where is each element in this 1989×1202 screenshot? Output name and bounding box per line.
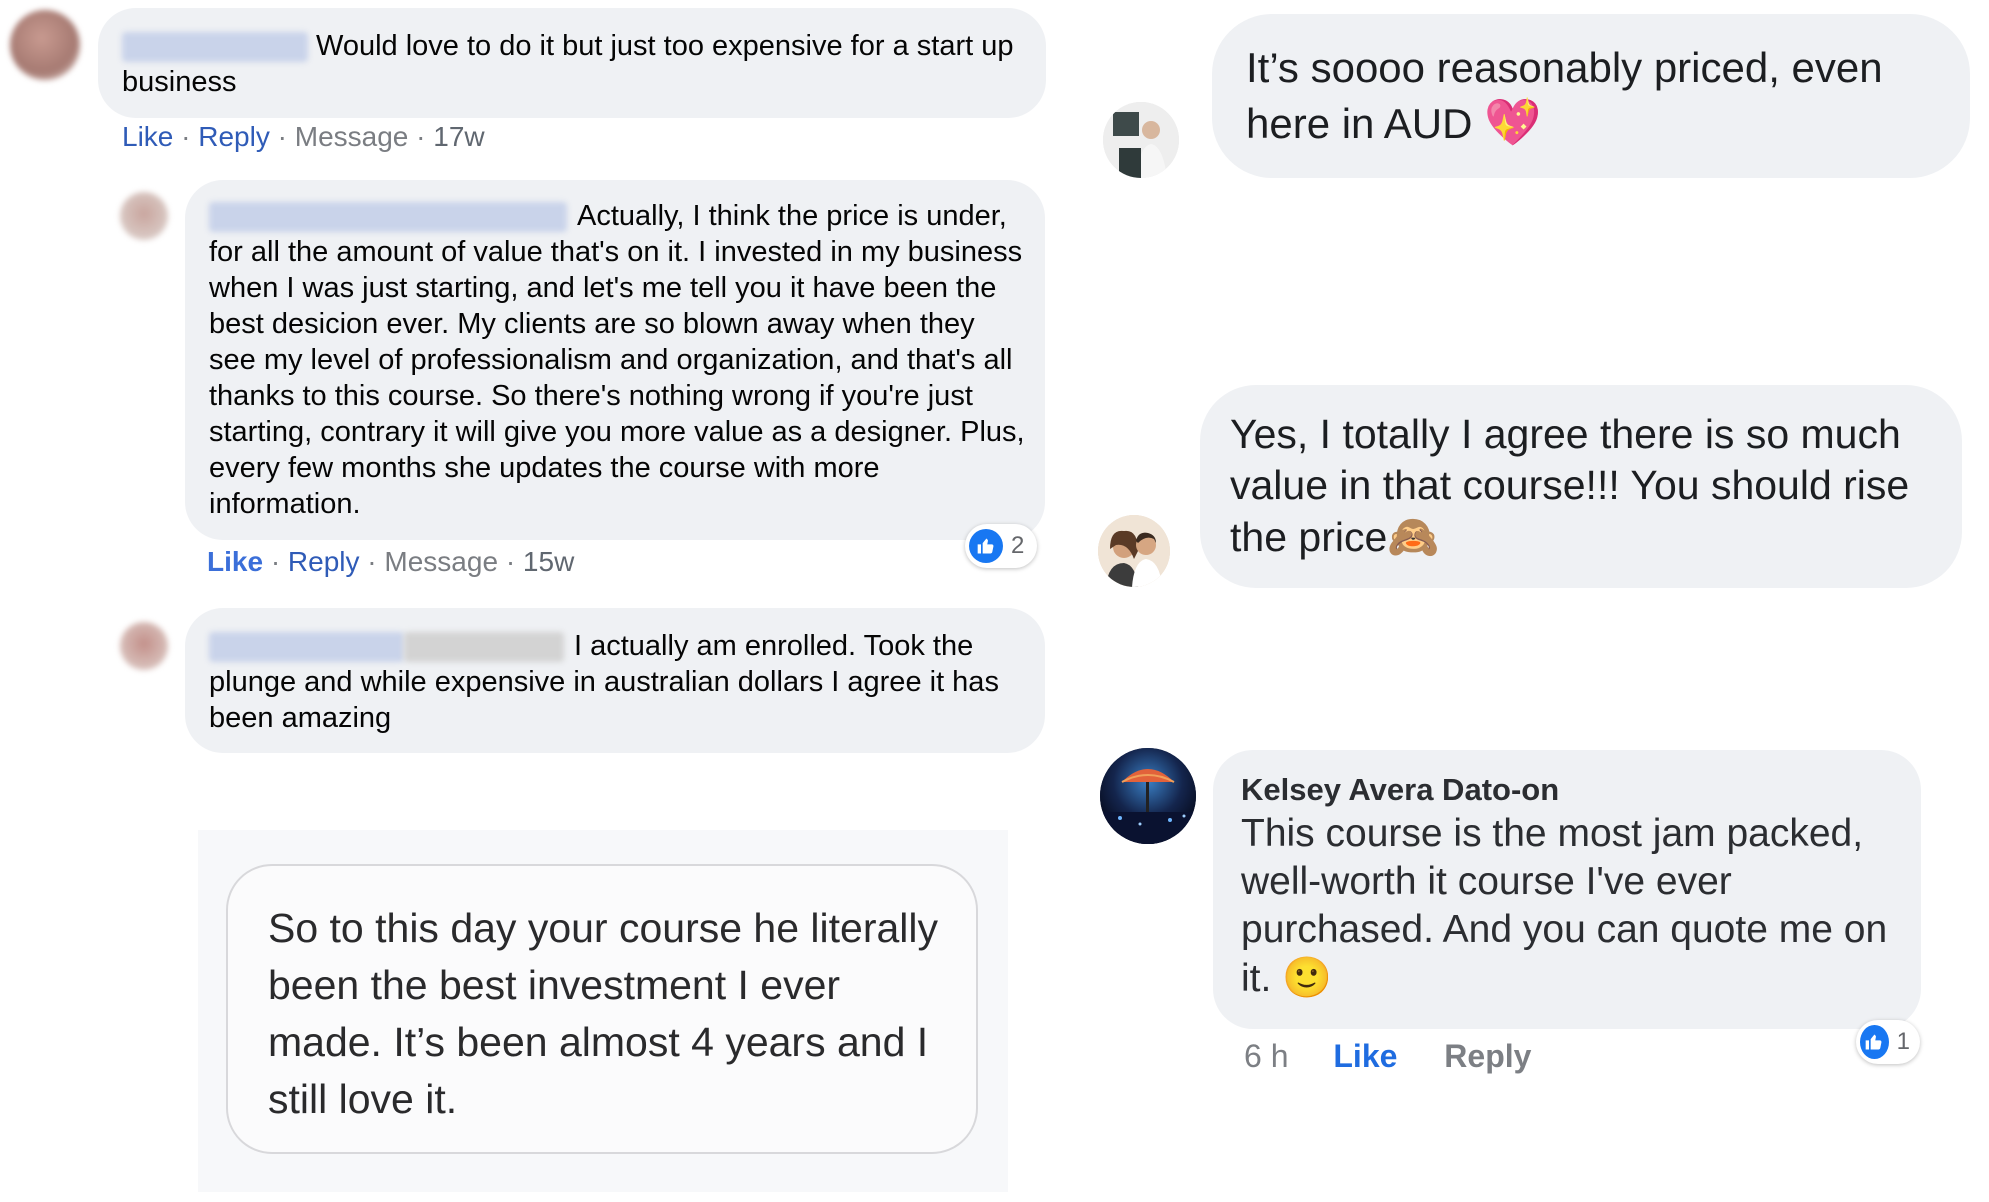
like-link[interactable]: Like — [207, 546, 263, 577]
comment-bubble-3: I actually am enrolled. Took the plunge … — [185, 608, 1045, 753]
see-no-evil-monkey-emoji: 🙈 — [1387, 513, 1440, 560]
message-link[interactable]: Message — [384, 546, 498, 577]
separator: · — [270, 546, 281, 577]
comment-bubble-r2: Yes, I totally I agree there is so much … — [1200, 385, 1962, 588]
comment-actions: Like · Reply · Message · 17w — [122, 121, 485, 153]
blurred-author-name — [209, 632, 404, 663]
reaction-badge[interactable]: 1 — [1856, 1020, 1920, 1064]
timestamp[interactable]: 17w — [433, 121, 484, 152]
comment-text: Actually, I think the price is under, fo… — [209, 200, 1025, 520]
comment-bubble-2: Actually, I think the price is under, fo… — [185, 180, 1045, 540]
message-link[interactable]: Message — [295, 121, 409, 152]
commenter-avatar[interactable] — [10, 10, 80, 80]
smiling-face-emoji: 🙂 — [1282, 956, 1332, 1000]
timestamp[interactable]: 6 h — [1244, 1038, 1288, 1074]
blurred-author-name — [122, 32, 308, 63]
timestamp[interactable]: 15w — [523, 546, 574, 577]
separator: · — [277, 121, 287, 152]
reaction-badge[interactable]: 2 — [965, 524, 1037, 568]
reply-link[interactable]: Reply — [288, 546, 360, 577]
comment-actions: Like · Reply · Message · 15w — [207, 546, 574, 578]
reply-link[interactable]: Reply — [198, 121, 270, 152]
reply-link[interactable]: Reply — [1444, 1038, 1531, 1074]
avatar-photo — [1103, 102, 1179, 178]
comment-bubble-r1: It’s soooo reasonably priced, even here … — [1212, 14, 1970, 178]
reaction-count: 1 — [1896, 1028, 1910, 1055]
comment-text: It’s soooo reasonably priced, even here … — [1246, 44, 1883, 148]
separator: · — [416, 121, 426, 152]
comment-text: I actually am enrolled. Took the plunge … — [209, 630, 999, 734]
like-link[interactable]: Like — [122, 121, 173, 152]
like-link[interactable]: Like — [1333, 1038, 1397, 1074]
quote-bubble: So to this day your course he literally … — [226, 864, 978, 1154]
separator: · — [505, 546, 516, 577]
commenter-avatar[interactable] — [120, 192, 168, 240]
blurred-author-name — [209, 202, 567, 233]
blurred-author-name — [404, 632, 564, 663]
thumbs-up-icon — [969, 529, 1003, 563]
comment-author[interactable]: Kelsey Avera Dato-on — [1241, 770, 1897, 810]
reaction-count: 2 — [1011, 532, 1025, 559]
avatar-photo — [1100, 748, 1196, 844]
commenter-avatar[interactable] — [1100, 748, 1196, 844]
comment-text: Yes, I totally I agree there is so much … — [1230, 411, 1910, 560]
comment-actions: 6 h Like Reply — [1244, 1038, 1531, 1075]
quote-text: So to this day your course he literally … — [268, 905, 938, 1122]
comment-bubble-1: Would love to do it but just too expensi… — [98, 8, 1046, 118]
comment-text: Would love to do it but just too expensi… — [122, 30, 1014, 98]
separator: · — [181, 121, 191, 152]
avatar-photo — [1098, 515, 1170, 587]
commenter-avatar[interactable] — [1103, 102, 1179, 178]
comment-text: This course is the most jam packed, well… — [1241, 812, 1888, 1000]
thumbs-up-icon — [1860, 1025, 1889, 1059]
commenter-avatar[interactable] — [1098, 515, 1170, 587]
sparkling-heart-emoji: 💖 — [1484, 96, 1542, 148]
comment-bubble-r3: Kelsey Avera Dato-on This course is the … — [1213, 750, 1921, 1029]
commenter-avatar[interactable] — [120, 622, 168, 670]
separator: · — [367, 546, 377, 577]
